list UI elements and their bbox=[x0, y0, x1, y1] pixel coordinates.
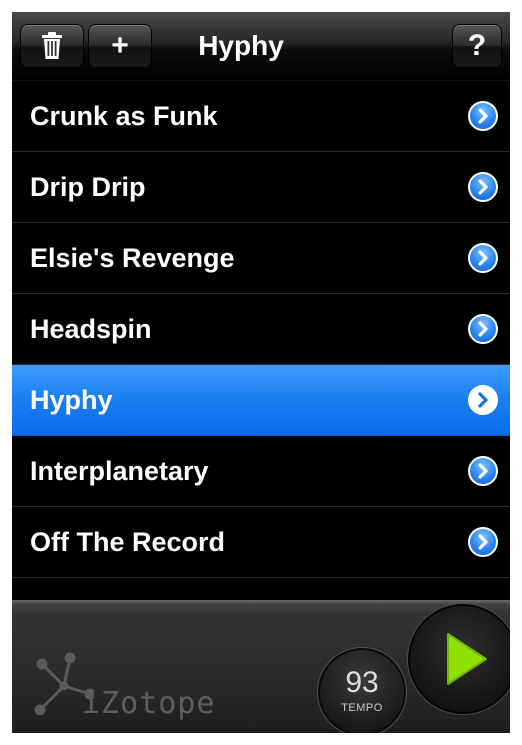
list-item[interactable]: Drip Drip bbox=[12, 152, 510, 223]
page-title: Hyphy bbox=[198, 30, 284, 61]
play-icon bbox=[447, 633, 487, 685]
disclosure-icon[interactable] bbox=[468, 101, 498, 131]
tempo-label: TEMPO bbox=[341, 702, 383, 714]
disclosure-icon[interactable] bbox=[468, 527, 498, 557]
disclosure-icon[interactable] bbox=[468, 314, 498, 344]
list-item-label: Interplanetary bbox=[30, 456, 209, 486]
trash-icon bbox=[42, 32, 62, 59]
song-list: Crunk as Funk Drip Drip Elsie's Revenge … bbox=[12, 81, 510, 578]
brand-name: iZotope bbox=[82, 686, 216, 721]
list-item-label: Elsie's Revenge bbox=[30, 243, 235, 273]
list-item-label: Crunk as Funk bbox=[30, 101, 218, 131]
list-item-selected[interactable]: Hyphy bbox=[12, 365, 510, 436]
help-button[interactable]: ? bbox=[452, 24, 502, 68]
list-item-label: Off The Record bbox=[30, 527, 226, 557]
list-item[interactable]: Headspin bbox=[12, 294, 510, 365]
disclosure-icon[interactable] bbox=[468, 456, 498, 486]
tempo-button[interactable]: 93 TEMPO bbox=[318, 648, 406, 733]
add-button[interactable]: + bbox=[88, 24, 152, 68]
disclosure-icon[interactable] bbox=[468, 172, 498, 202]
list-item[interactable]: Crunk as Funk bbox=[12, 81, 510, 152]
list-item[interactable]: Elsie's Revenge bbox=[12, 223, 510, 294]
list-item-label: Drip Drip bbox=[30, 172, 146, 202]
transport-bar: iZotope 93 TEMPO bbox=[12, 600, 510, 733]
play-button[interactable] bbox=[408, 604, 510, 728]
list-item[interactable]: Off The Record bbox=[12, 507, 510, 578]
list-item[interactable]: Interplanetary bbox=[12, 436, 510, 507]
tempo-value: 93 bbox=[345, 666, 379, 699]
list-item-label: Headspin bbox=[30, 314, 152, 344]
disclosure-icon[interactable] bbox=[468, 385, 498, 415]
disclosure-icon[interactable] bbox=[468, 243, 498, 273]
brand-logo: iZotope bbox=[34, 652, 234, 724]
delete-button[interactable] bbox=[20, 24, 84, 68]
list-item-label: Hyphy bbox=[30, 385, 113, 415]
app-screen: + Hyphy ? Crunk as Funk Drip Drip Elsie'… bbox=[12, 12, 510, 733]
top-bar: + Hyphy ? bbox=[12, 12, 510, 81]
